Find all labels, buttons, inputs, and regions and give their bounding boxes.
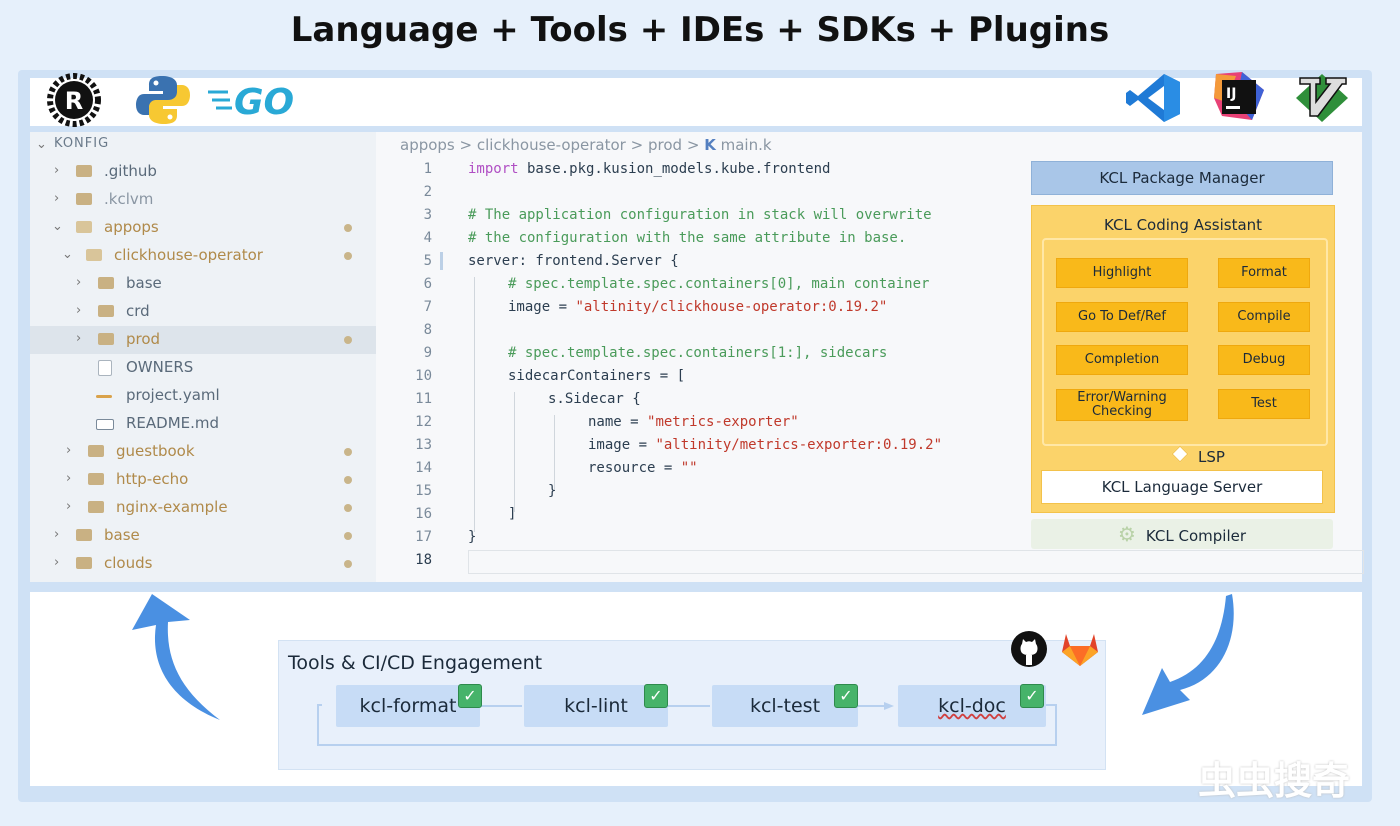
github-icon [1010,630,1048,668]
checkmark-icon: ✓ [834,684,858,708]
checkmark-icon: ✓ [644,684,668,708]
checkmark-icon: ✓ [458,684,482,708]
arrow-down-icon [1142,594,1234,715]
flow-arrows [132,594,1234,746]
checkmark-icon: ✓ [1020,684,1044,708]
gitlab-icon [1060,630,1100,668]
arrow-up-icon [132,594,220,720]
watermark: 虫虫搜奇 [1198,759,1351,803]
